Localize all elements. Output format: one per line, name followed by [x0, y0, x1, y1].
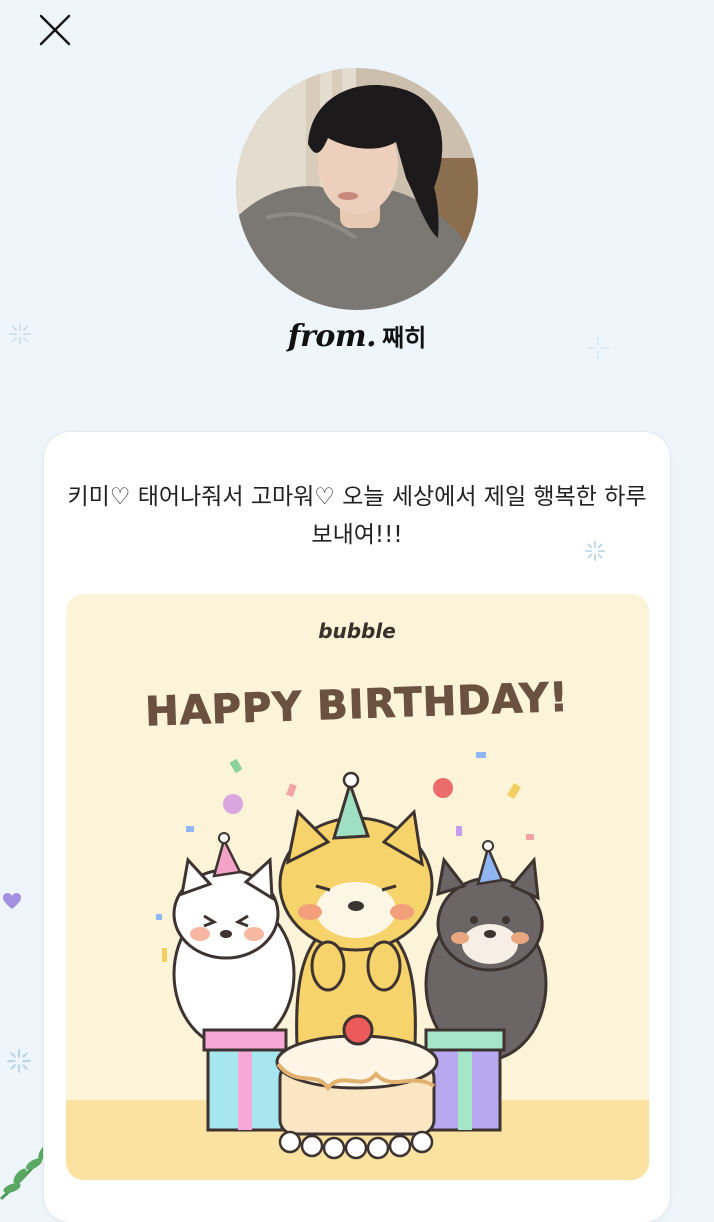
sparkle-icon: [584, 540, 606, 562]
sparkle-icon: [7, 1049, 31, 1073]
sender-avatar[interactable]: [236, 68, 478, 310]
message-text: 키미♡ 태어나줘서 고마워♡ 오늘 세상에서 제일 행복한 하루 보내여!!!: [67, 484, 647, 548]
birthday-card-image[interactable]: bubble HAPPY BIRTHDAY!: [66, 594, 649, 1180]
close-button[interactable]: [30, 10, 80, 50]
avatar-photo: [236, 68, 478, 310]
heart-icon: [3, 893, 21, 909]
close-icon: [39, 14, 71, 46]
black-dog: [424, 840, 548, 1062]
birthday-illustration: bubble HAPPY BIRTHDAY!: [66, 594, 649, 1180]
bubble-logo: bubble: [318, 619, 396, 643]
sender-line: from. 째히: [0, 318, 714, 354]
from-label: from.: [287, 319, 377, 354]
sender-name: 째히: [382, 324, 427, 352]
